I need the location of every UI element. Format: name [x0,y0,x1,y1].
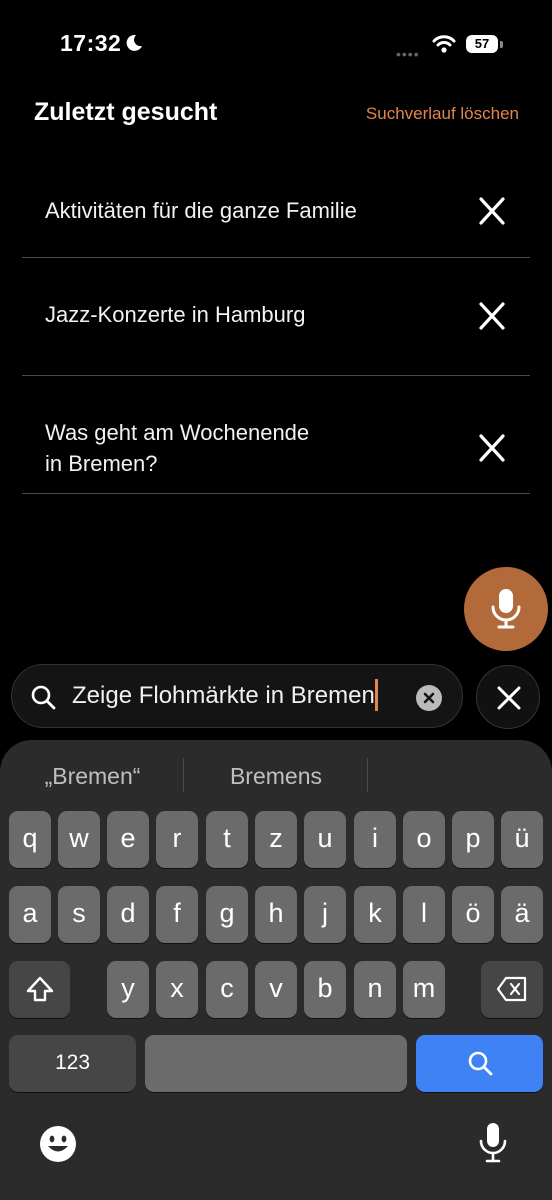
key-k[interactable]: k [354,886,396,943]
backspace-icon [496,976,527,1002]
search-input-value: Zeige Flohmärkte in Bremen [72,682,375,709]
key-c[interactable]: c [206,961,248,1018]
recent-search-item[interactable]: Was geht am Wochenende in Bremen? [22,376,530,494]
key-oe[interactable]: ö [452,886,494,943]
recent-search-item[interactable]: Jazz-Konzerte in Hamburg [22,258,530,376]
key-n[interactable]: n [354,961,396,1018]
backspace-key[interactable] [481,961,543,1018]
recent-search-text: Aktivitäten für die ganze Familie [45,198,357,223]
status-time: 17:32 [60,30,122,56]
key-b[interactable]: b [304,961,346,1018]
key-e[interactable]: e [107,811,149,868]
microphone-icon [491,589,521,629]
voice-search-button[interactable] [464,567,548,651]
key-w[interactable]: w [58,811,100,868]
remove-item-icon[interactable] [476,300,508,332]
key-l[interactable]: l [403,886,445,943]
recent-search-list: Aktivitäten für die ganze Familie Jazz-K… [22,152,530,494]
search-input[interactable]: Zeige Flohmärkte in Bremen [72,678,378,711]
moon-icon [126,34,142,51]
clear-search-button[interactable] [416,685,442,711]
search-key[interactable] [416,1035,543,1092]
key-t[interactable]: t [206,811,248,868]
cellular-signal-icon: •••• [396,46,420,62]
key-s[interactable]: s [58,886,100,943]
recent-searches-title: Zuletzt gesucht [34,98,218,126]
clear-history-button[interactable]: Suchverlauf löschen [366,104,519,124]
key-f[interactable]: f [156,886,198,943]
suggestion-divider [367,758,368,792]
microphone-icon [479,1123,507,1163]
emoji-icon [40,1126,76,1162]
status-bar: 17:32 •••• 57 [0,0,552,90]
recent-search-text: Jazz-Konzerte in Hamburg [45,302,306,327]
key-m[interactable]: m [403,961,445,1018]
suggestion-2[interactable]: Bremens [200,758,352,794]
search-field[interactable]: Zeige Flohmärkte in Bremen [11,664,463,728]
search-icon [31,685,56,710]
remove-item-icon[interactable] [476,432,508,464]
key-o[interactable]: o [403,811,445,868]
numbers-key[interactable]: 123 [9,1035,136,1092]
text-cursor [374,678,378,711]
key-y[interactable]: y [107,961,149,1018]
key-i[interactable]: i [354,811,396,868]
suggestion-1[interactable]: „Bremen“ [20,758,165,794]
key-r[interactable]: r [156,811,198,868]
wifi-icon [432,35,456,53]
key-j[interactable]: j [304,886,346,943]
recent-search-text: Was geht am Wochenende in Bremen? [45,417,375,479]
key-g[interactable]: g [206,886,248,943]
recent-search-text-line2: in Bremen? [45,451,158,476]
cancel-search-button[interactable] [476,665,540,729]
recent-search-item[interactable]: Aktivitäten für die ganze Familie [22,152,530,258]
key-v[interactable]: v [255,961,297,1018]
remove-item-icon[interactable] [476,195,508,227]
battery-level: 57 [466,35,498,53]
key-d[interactable]: d [107,886,149,943]
key-x[interactable]: x [156,961,198,1018]
dictation-button[interactable] [478,1121,508,1165]
keyboard: „Bremen“ Bremens q w e r t z u i o p ü a… [0,740,552,1200]
key-u[interactable]: u [304,811,346,868]
shift-key[interactable] [9,961,70,1018]
emoji-button[interactable] [39,1125,77,1163]
key-q[interactable]: q [9,811,51,868]
key-ue[interactable]: ü [501,811,543,868]
key-z[interactable]: z [255,811,297,868]
recent-search-text-line1: Was geht am Wochenende [45,420,310,445]
search-icon [468,1051,492,1076]
shift-icon [26,976,53,1002]
space-key[interactable] [145,1035,407,1092]
key-h[interactable]: h [255,886,297,943]
close-icon [497,686,521,710]
key-ae[interactable]: ä [501,886,543,943]
key-p[interactable]: p [452,811,494,868]
clear-icon [423,692,435,704]
key-a[interactable]: a [9,886,51,943]
suggestion-divider [183,758,184,792]
battery-icon: 57 [466,35,504,55]
